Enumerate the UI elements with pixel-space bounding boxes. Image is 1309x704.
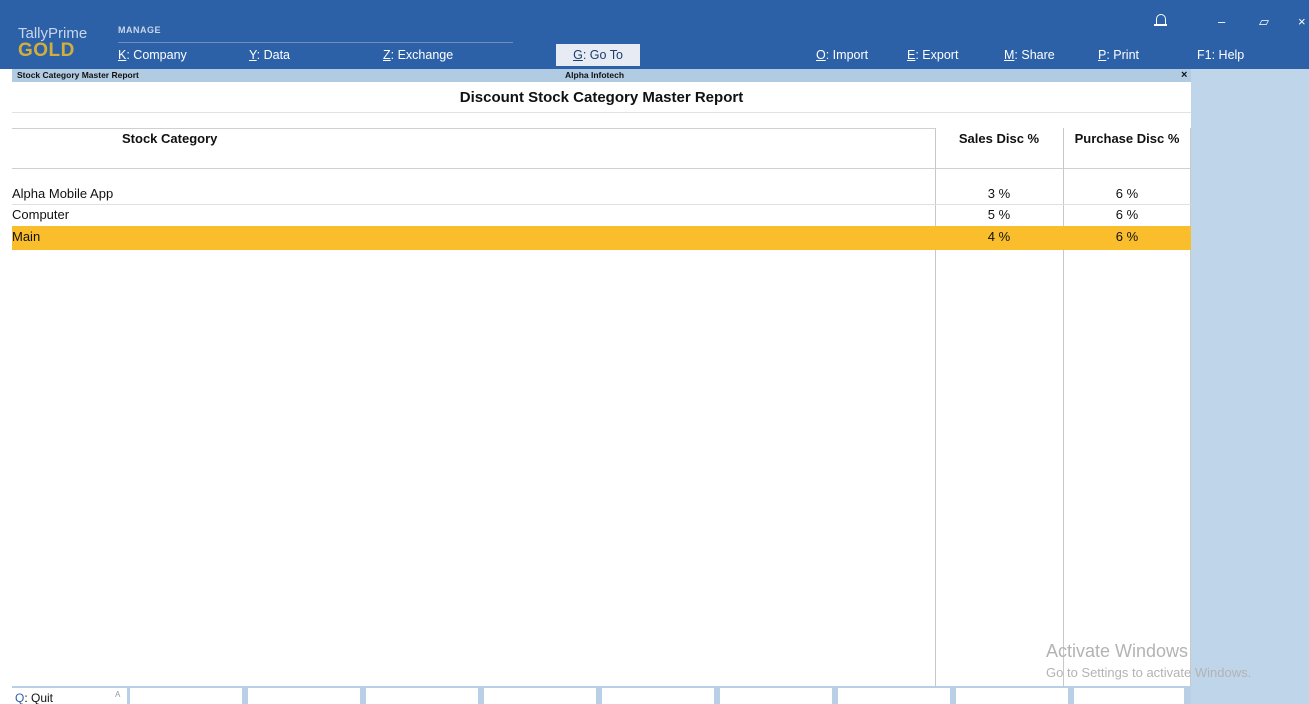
- row-sales-disc: 5 %: [987, 207, 1011, 222]
- manage-section-label: MANAGE: [118, 25, 161, 35]
- report-subtitle-bar: Stock Category Master Report Alpha Infot…: [12, 69, 1191, 82]
- row-sales-disc: 3 %: [987, 186, 1011, 201]
- quit-shortcut-hint: A: [115, 690, 121, 699]
- window-close-icon[interactable]: ×: [1298, 14, 1306, 29]
- menu-print[interactable]: P: Print: [1098, 48, 1139, 62]
- company-name: Alpha Infotech: [565, 70, 625, 80]
- manage-divider: [118, 42, 513, 43]
- bottom-button-slot[interactable]: [602, 688, 714, 704]
- title-divider: [12, 112, 1191, 113]
- row-stock-category: Alpha Mobile App: [12, 186, 114, 201]
- activate-windows-hint: Go to Settings to activate Windows.: [1046, 665, 1252, 680]
- menu-goto-button[interactable]: G: Go To: [556, 44, 640, 66]
- bottom-button-slot[interactable]: [720, 688, 832, 704]
- menu-exchange[interactable]: Z: Exchange: [383, 48, 453, 62]
- column-header-stock-category[interactable]: Stock Category: [122, 131, 217, 146]
- table-row[interactable]: Alpha Mobile App 3 % 6 %: [12, 184, 1191, 204]
- table-row-selected[interactable]: Main 4 % 6 %: [12, 226, 1191, 250]
- top-menu-bar: TallyPrime GOLD MANAGE K: Company Y: Dat…: [0, 0, 1309, 69]
- bottom-button-slot[interactable]: [248, 688, 360, 704]
- row-purchase-disc: 6 %: [1115, 186, 1139, 201]
- table-row[interactable]: Computer 5 % 6 %: [12, 205, 1191, 225]
- report-body: Discount Stock Category Master Report St…: [12, 82, 1191, 686]
- row-stock-category: Main: [12, 229, 41, 244]
- menu-company[interactable]: K: Company: [118, 48, 187, 62]
- row-purchase-disc: 6 %: [1115, 229, 1139, 244]
- row-purchase-disc: 6 %: [1115, 207, 1139, 222]
- quit-button[interactable]: Q: Quit A: [12, 688, 127, 704]
- bottom-button-slot[interactable]: [1074, 688, 1184, 704]
- menu-help[interactable]: F1: Help: [1197, 48, 1244, 62]
- column-header-purchase-disc[interactable]: Purchase Disc %: [1064, 131, 1190, 146]
- minimize-icon[interactable]: –: [1218, 14, 1225, 29]
- row-sales-disc: 4 %: [987, 229, 1011, 244]
- menu-share[interactable]: M: Share: [1004, 48, 1055, 62]
- left-margin: [0, 69, 12, 704]
- menu-export[interactable]: E: Export: [907, 48, 958, 62]
- activate-windows-watermark: Activate Windows: [1046, 641, 1189, 661]
- bottom-button-slot[interactable]: [130, 688, 242, 704]
- row-stock-category: Computer: [12, 207, 70, 222]
- brand-edition: GOLD: [18, 40, 75, 61]
- menu-import[interactable]: O: Import: [816, 48, 868, 62]
- bottom-button-slot[interactable]: [366, 688, 478, 704]
- bottom-button-bar: Q: Quit A: [12, 686, 1191, 704]
- bottom-button-slot[interactable]: [956, 688, 1068, 704]
- column-header-sales-disc[interactable]: Sales Disc %: [935, 131, 1063, 146]
- notification-bell-icon[interactable]: [1154, 14, 1167, 26]
- report-name: Stock Category Master Report: [17, 70, 139, 80]
- right-button-panel: [1191, 69, 1309, 704]
- report-close-icon[interactable]: ×: [1181, 69, 1187, 81]
- menu-data[interactable]: Y: Data: [249, 48, 290, 62]
- header-bottom-line: [12, 168, 1191, 169]
- header-top-line: [12, 128, 935, 129]
- report-title: Discount Stock Category Master Report: [459, 89, 744, 106]
- bottom-button-slot[interactable]: [838, 688, 950, 704]
- restore-icon[interactable]: ▱: [1259, 14, 1269, 30]
- bottom-button-slot[interactable]: [484, 688, 596, 704]
